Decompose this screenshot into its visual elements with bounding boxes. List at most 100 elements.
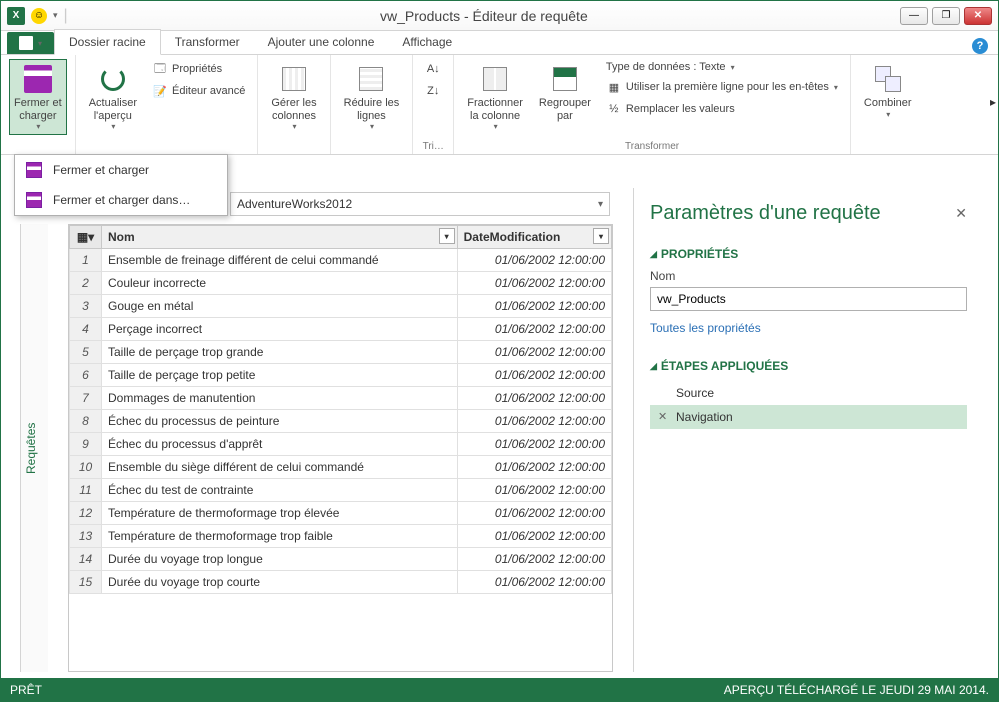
cell-nom[interactable]: Échec du processus d'apprêt xyxy=(102,433,458,456)
table-row[interactable]: 11Échec du test de contrainte01/06/2002 … xyxy=(70,479,612,502)
row-number[interactable]: 12 xyxy=(70,502,102,525)
table-row[interactable]: 15Durée du voyage trop courte01/06/2002 … xyxy=(70,571,612,594)
close-button[interactable]: ✕ xyxy=(964,7,992,25)
minimize-button[interactable]: — xyxy=(900,7,928,25)
sort-desc-button[interactable]: Z↓ xyxy=(421,81,445,101)
step-source[interactable]: Source xyxy=(650,381,967,405)
cell-date[interactable]: 01/06/2002 12:00:00 xyxy=(457,548,611,571)
cell-date[interactable]: 01/06/2002 12:00:00 xyxy=(457,341,611,364)
table-row[interactable]: 7Dommages de manutention01/06/2002 12:00… xyxy=(70,387,612,410)
tab-dossier-racine[interactable]: Dossier racine xyxy=(54,29,161,55)
advanced-editor-button[interactable]: 📝 Éditeur avancé xyxy=(148,81,249,101)
cell-date[interactable]: 01/06/2002 12:00:00 xyxy=(457,410,611,433)
cell-nom[interactable]: Durée du voyage trop longue xyxy=(102,548,458,571)
row-number[interactable]: 14 xyxy=(70,548,102,571)
table-row[interactable]: 5Taille de perçage trop grande01/06/2002… xyxy=(70,341,612,364)
smiley-icon[interactable]: ☺ xyxy=(31,8,47,24)
row-number[interactable]: 1 xyxy=(70,249,102,272)
tab-ajouter-colonne[interactable]: Ajouter une colonne xyxy=(254,30,389,54)
row-number[interactable]: 10 xyxy=(70,456,102,479)
table-corner[interactable]: ▦▾ xyxy=(70,226,102,249)
row-number[interactable]: 4 xyxy=(70,318,102,341)
cell-nom[interactable]: Échec du test de contrainte xyxy=(102,479,458,502)
table-row[interactable]: 12Température de thermoformage trop élev… xyxy=(70,502,612,525)
table-row[interactable]: 1Ensemble de freinage différent de celui… xyxy=(70,249,612,272)
cell-date[interactable]: 01/06/2002 12:00:00 xyxy=(457,433,611,456)
table-row[interactable]: 13Température de thermoformage trop faib… xyxy=(70,525,612,548)
row-number[interactable]: 7 xyxy=(70,387,102,410)
tab-affichage[interactable]: Affichage xyxy=(388,30,466,54)
menu-close-and-load[interactable]: Fermer et charger xyxy=(15,155,227,185)
qat-dropdown-icon[interactable]: ▾ xyxy=(53,10,58,21)
all-properties-link[interactable]: Toutes les propriétés xyxy=(650,321,761,335)
help-icon[interactable]: ? xyxy=(972,38,988,54)
chevron-down-icon[interactable]: ▾ xyxy=(598,199,603,210)
step-navigation[interactable]: ✕ Navigation xyxy=(650,405,967,429)
filter-icon[interactable]: ▾ xyxy=(593,228,609,244)
row-number[interactable]: 6 xyxy=(70,364,102,387)
cell-nom[interactable]: Échec du processus de peinture xyxy=(102,410,458,433)
tab-transformer[interactable]: Transformer xyxy=(161,30,254,54)
cell-date[interactable]: 01/06/2002 12:00:00 xyxy=(457,272,611,295)
reduce-rows-button[interactable]: Réduire les lignes ▾ xyxy=(339,59,405,135)
table-row[interactable]: 3Gouge en métal01/06/2002 12:00:00 xyxy=(70,295,612,318)
refresh-preview-button[interactable]: Actualiser l'aperçu ▾ xyxy=(84,59,142,135)
cell-date[interactable]: 01/06/2002 12:00:00 xyxy=(457,249,611,272)
table-row[interactable]: 10Ensemble du siège différent de celui c… xyxy=(70,456,612,479)
row-number[interactable]: 11 xyxy=(70,479,102,502)
queries-sidebar[interactable]: Requêtes xyxy=(20,224,48,672)
row-number[interactable]: 13 xyxy=(70,525,102,548)
applied-steps-section-head[interactable]: ◢ ÉTAPES APPLIQUÉES xyxy=(650,359,967,373)
table-row[interactable]: 6Taille de perçage trop petite01/06/2002… xyxy=(70,364,612,387)
cell-date[interactable]: 01/06/2002 12:00:00 xyxy=(457,295,611,318)
cell-date[interactable]: 01/06/2002 12:00:00 xyxy=(457,387,611,410)
file-tab[interactable]: ▾ xyxy=(7,32,54,54)
cell-nom[interactable]: Température de thermoformage trop faible xyxy=(102,525,458,548)
cell-date[interactable]: 01/06/2002 12:00:00 xyxy=(457,525,611,548)
split-column-button[interactable]: Fractionner la colonne ▾ xyxy=(462,59,528,135)
row-number[interactable]: 2 xyxy=(70,272,102,295)
filter-icon[interactable]: ▾ xyxy=(439,228,455,244)
use-first-row-headers-button[interactable]: ▦ Utiliser la première ligne pour les en… xyxy=(602,77,842,97)
row-number[interactable]: 8 xyxy=(70,410,102,433)
group-by-button[interactable]: Regrouper par xyxy=(534,59,596,126)
cell-nom[interactable]: Durée du voyage trop courte xyxy=(102,571,458,594)
ribbon-overflow-button[interactable]: ▸ xyxy=(990,95,996,109)
properties-section-head[interactable]: ◢ PROPRIÉTÉS xyxy=(650,247,967,261)
cell-date[interactable]: 01/06/2002 12:00:00 xyxy=(457,456,611,479)
source-bar[interactable]: AdventureWorks2012 ▾ xyxy=(230,192,610,216)
table-row[interactable]: 8Échec du processus de peinture01/06/200… xyxy=(70,410,612,433)
replace-values-button[interactable]: ½ Remplacer les valeurs xyxy=(602,99,842,119)
table-row[interactable]: 14Durée du voyage trop longue01/06/2002 … xyxy=(70,548,612,571)
row-number[interactable]: 15 xyxy=(70,571,102,594)
cell-nom[interactable]: Gouge en métal xyxy=(102,295,458,318)
properties-button[interactable]: 🗔 Propriétés xyxy=(148,59,249,79)
combine-button[interactable]: Combiner ▾ xyxy=(859,59,917,123)
cell-date[interactable]: 01/06/2002 12:00:00 xyxy=(457,479,611,502)
delete-step-icon[interactable]: ✕ xyxy=(658,410,667,423)
cell-date[interactable]: 01/06/2002 12:00:00 xyxy=(457,364,611,387)
cell-nom[interactable]: Ensemble du siège différent de celui com… xyxy=(102,456,458,479)
cell-nom[interactable]: Perçage incorrect xyxy=(102,318,458,341)
cell-nom[interactable]: Dommages de manutention xyxy=(102,387,458,410)
menu-close-and-load-to[interactable]: Fermer et charger dans… xyxy=(15,185,227,215)
data-type-button[interactable]: Type de données : Texte ▾ xyxy=(602,59,842,75)
cell-date[interactable]: 01/06/2002 12:00:00 xyxy=(457,502,611,525)
column-header-nom[interactable]: Nom ▾ xyxy=(102,226,458,249)
column-header-date[interactable]: DateModification ▾ xyxy=(457,226,611,249)
row-number[interactable]: 9 xyxy=(70,433,102,456)
cell-date[interactable]: 01/06/2002 12:00:00 xyxy=(457,571,611,594)
sort-asc-button[interactable]: A↓ xyxy=(421,59,445,79)
table-row[interactable]: 9Échec du processus d'apprêt01/06/2002 1… xyxy=(70,433,612,456)
cell-nom[interactable]: Taille de perçage trop petite xyxy=(102,364,458,387)
panel-close-button[interactable]: ✕ xyxy=(955,205,967,222)
cell-nom[interactable]: Ensemble de freinage différent de celui … xyxy=(102,249,458,272)
maximize-button[interactable]: ❐ xyxy=(932,7,960,25)
cell-nom[interactable]: Température de thermoformage trop élevée xyxy=(102,502,458,525)
table-row[interactable]: 4Perçage incorrect01/06/2002 12:00:00 xyxy=(70,318,612,341)
table-row[interactable]: 2Couleur incorrecte01/06/2002 12:00:00 xyxy=(70,272,612,295)
row-number[interactable]: 5 xyxy=(70,341,102,364)
cell-date[interactable]: 01/06/2002 12:00:00 xyxy=(457,318,611,341)
row-number[interactable]: 3 xyxy=(70,295,102,318)
cell-nom[interactable]: Taille de perçage trop grande xyxy=(102,341,458,364)
